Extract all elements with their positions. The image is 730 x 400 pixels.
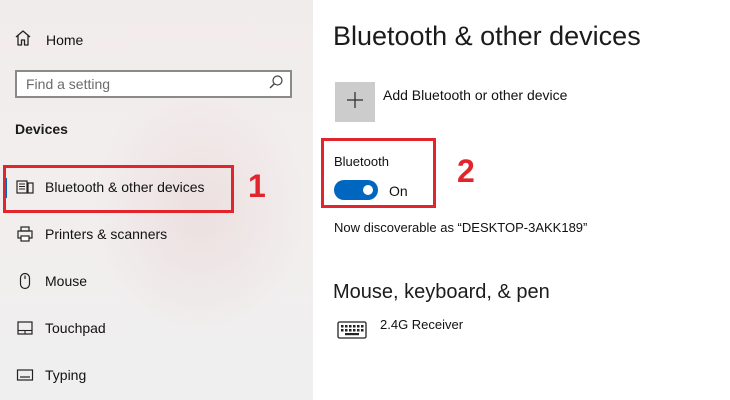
keyboard-icon xyxy=(337,320,367,345)
step-marker-2: 2 xyxy=(457,153,475,189)
touchpad-icon xyxy=(14,318,36,338)
nav-home[interactable]: Home xyxy=(14,28,83,52)
sidebar-item-label: Typing xyxy=(45,367,87,383)
sidebar-item-printers[interactable]: Printers & scanners xyxy=(0,213,313,255)
add-device-label[interactable]: Add Bluetooth or other device xyxy=(383,87,567,103)
bluetooth-label: Bluetooth xyxy=(334,154,389,169)
nav-home-label: Home xyxy=(46,32,84,48)
sidebar-item-label: Touchpad xyxy=(45,320,106,336)
page-title: Bluetooth & other devices xyxy=(333,21,641,51)
home-icon xyxy=(14,29,32,52)
section-heading-mouse-keyboard-pen: Mouse, keyboard, & pen xyxy=(333,281,550,303)
toggle-knob xyxy=(363,185,373,195)
printer-icon xyxy=(14,224,36,244)
sidebar-item-mouse[interactable]: Mouse xyxy=(0,260,313,302)
sidebar-item-label: Mouse xyxy=(45,273,88,289)
sidebar-item-touchpad[interactable]: Touchpad xyxy=(0,307,313,349)
settings-sidebar: Home Find a setting Devices Bluetooth & … xyxy=(0,0,313,400)
add-device-button[interactable] xyxy=(335,82,375,122)
search-icon[interactable] xyxy=(268,74,284,95)
keyboard-typing-icon xyxy=(14,365,36,385)
mouse-icon xyxy=(14,271,36,291)
search-input[interactable]: Find a setting xyxy=(15,70,292,98)
bluetooth-toggle-state: On xyxy=(389,183,408,199)
search-placeholder: Find a setting xyxy=(26,76,111,92)
device-name[interactable]: 2.4G Receiver xyxy=(380,317,463,332)
sidebar-item-label: Printers & scanners xyxy=(45,226,168,242)
discoverable-status: Now discoverable as “DESKTOP-3AKK189” xyxy=(334,220,588,235)
plus-icon xyxy=(345,90,365,115)
sidebar-item-typing[interactable]: Typing xyxy=(0,354,313,396)
section-heading-devices: Devices xyxy=(15,121,68,137)
highlight-box-1 xyxy=(3,165,234,213)
step-marker-1: 1 xyxy=(248,168,266,204)
bluetooth-toggle[interactable] xyxy=(334,180,378,200)
settings-main: Bluetooth & other devices Add Bluetooth … xyxy=(313,0,730,400)
